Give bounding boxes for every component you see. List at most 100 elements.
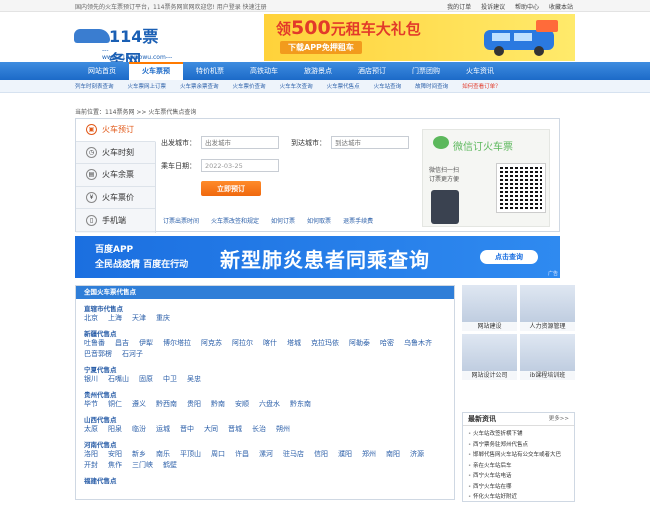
- car-rental-banner[interactable]: 领500元租车大礼包 下载APP免押租车: [264, 14, 575, 61]
- news-item[interactable]: 怀化火车站好附近: [468, 492, 569, 503]
- help-link-change-rules[interactable]: 火车票改签和规定: [211, 216, 259, 225]
- city-link[interactable]: 上海: [108, 313, 122, 324]
- news-item[interactable]: 西宁票务驻郑州代售点: [468, 440, 569, 451]
- city-link[interactable]: 毕节: [84, 399, 98, 410]
- city-link[interactable]: 阳泉: [108, 424, 122, 435]
- city-link[interactable]: 乌鲁木齐: [404, 338, 432, 349]
- news-item[interactable]: 邯郸代售网火车站有公交车或者大巴: [468, 450, 569, 461]
- city-link[interactable]: 巴音郭楞: [84, 349, 112, 360]
- city-link[interactable]: 博尔塔拉: [163, 338, 191, 349]
- news-item[interactable]: 火车站改签折横下铺: [468, 429, 569, 440]
- nav-train-booking[interactable]: 火车票预订: [129, 62, 183, 89]
- city-link[interactable]: 信阳: [314, 449, 328, 460]
- tab-mobile[interactable]: ▯ 手机端: [76, 209, 155, 232]
- city-link[interactable]: 太原: [84, 424, 98, 435]
- tab-price[interactable]: ¥ 火车票价: [76, 187, 155, 210]
- banner-cta[interactable]: 下载APP免押租车: [280, 41, 362, 54]
- city-link[interactable]: 黔西南: [156, 399, 177, 410]
- city-link[interactable]: 大同: [204, 424, 218, 435]
- city-link[interactable]: 平顶山: [180, 449, 201, 460]
- promo-ib-course[interactable]: ib课程培训班: [520, 334, 575, 380]
- city-link[interactable]: 济源: [410, 449, 424, 460]
- news-item[interactable]: 西宁火车站电话: [468, 471, 569, 482]
- help-link-how-to-pickup[interactable]: 如何取票: [307, 216, 331, 225]
- city-link[interactable]: 开封: [84, 460, 98, 471]
- city-link[interactable]: 黔东南: [290, 399, 311, 410]
- ad-query-button[interactable]: 点击查询: [480, 250, 538, 264]
- nav-news[interactable]: 火车资讯: [453, 62, 507, 80]
- city-link[interactable]: 濮阳: [338, 449, 352, 460]
- to-city-input[interactable]: [331, 136, 409, 149]
- baidu-ad-banner[interactable]: 百度APP 全民战疫情 百度在行动 新型肺炎患者同乘查询 点击查询 广告: [75, 236, 560, 278]
- city-link[interactable]: 周口: [211, 449, 225, 460]
- city-link[interactable]: 铜仁: [108, 399, 122, 410]
- subnav-agency[interactable]: 火车票代售点: [327, 82, 360, 90]
- my-orders-link[interactable]: 我的订单: [447, 4, 471, 11]
- help-link-how-to-book[interactable]: 如何订票: [271, 216, 295, 225]
- subnav-train-number[interactable]: 火车车次查询: [280, 82, 313, 90]
- nav-attractions[interactable]: 旅游景点: [291, 62, 345, 80]
- city-link[interactable]: 吐鲁番: [84, 338, 105, 349]
- city-link[interactable]: 石河子: [122, 349, 143, 360]
- city-link[interactable]: 漯河: [259, 449, 273, 460]
- city-link[interactable]: 晋城: [228, 424, 242, 435]
- tab-train-booking[interactable]: ▣ 火车预订: [76, 119, 156, 142]
- nav-flights[interactable]: 特价机票: [183, 62, 237, 80]
- city-link[interactable]: 驻马店: [283, 449, 304, 460]
- date-input[interactable]: [201, 159, 279, 172]
- city-link[interactable]: 洛阳: [84, 449, 98, 460]
- subnav-fault-time[interactable]: 故障时间查询: [415, 82, 448, 90]
- city-link[interactable]: 阿克苏: [201, 338, 222, 349]
- book-now-button[interactable]: 立即预订: [201, 181, 261, 196]
- nav-hotels[interactable]: 酒店预订: [345, 62, 399, 80]
- city-link[interactable]: 南乐: [156, 449, 170, 460]
- subnav-remaining[interactable]: 火车票余票查询: [180, 82, 219, 90]
- tab-timetable[interactable]: ◷ 火车时刻: [76, 142, 155, 165]
- city-link[interactable]: 南阳: [386, 449, 400, 460]
- nav-home[interactable]: 网站首页: [75, 62, 129, 80]
- city-link[interactable]: 黔南: [211, 399, 225, 410]
- city-link[interactable]: 塔城: [287, 338, 301, 349]
- city-link[interactable]: 石嘴山: [108, 374, 129, 385]
- city-link[interactable]: 鹤壁: [163, 460, 177, 471]
- city-link[interactable]: 昌吉: [115, 338, 129, 349]
- help-link-issue-time[interactable]: 订票出票时间: [163, 216, 199, 225]
- city-link[interactable]: 重庆: [156, 313, 170, 324]
- promo-hr[interactable]: 人力资源管理: [520, 285, 575, 331]
- city-link[interactable]: 中卫: [163, 374, 177, 385]
- news-item[interactable]: 西宁火车站在哪: [468, 482, 569, 493]
- city-link[interactable]: 三门峡: [132, 460, 153, 471]
- city-link[interactable]: 许昌: [235, 449, 249, 460]
- nav-highspeed[interactable]: 高铁动车: [237, 62, 291, 80]
- city-link[interactable]: 晋中: [180, 424, 194, 435]
- tab-remaining[interactable]: ▤ 火车余票: [76, 164, 155, 187]
- city-link[interactable]: 吴忠: [187, 374, 201, 385]
- bookmark-link[interactable]: 收藏本站: [549, 4, 573, 11]
- site-logo[interactable]: 114票务网 ---www.114piaowu.com---: [74, 21, 174, 70]
- city-link[interactable]: 贵阳: [187, 399, 201, 410]
- city-link[interactable]: 天津: [132, 313, 146, 324]
- city-link[interactable]: 长治: [252, 424, 266, 435]
- subnav-price[interactable]: 火车票价查询: [233, 82, 266, 90]
- city-link[interactable]: 克拉玛依: [311, 338, 339, 349]
- city-link[interactable]: 银川: [84, 374, 98, 385]
- city-link[interactable]: 新乡: [132, 449, 146, 460]
- city-link[interactable]: 阿拉尔: [232, 338, 253, 349]
- help-link-refund-fee[interactable]: 退票手续费: [343, 216, 373, 225]
- subnav-station[interactable]: 火车站查询: [374, 82, 402, 90]
- news-item[interactable]: 亲在火车站后车: [468, 461, 569, 472]
- city-link[interactable]: 六盘水: [259, 399, 280, 410]
- city-link[interactable]: 北京: [84, 313, 98, 324]
- help-center-link[interactable]: 帮助中心: [515, 4, 539, 11]
- city-link[interactable]: 焦作: [108, 460, 122, 471]
- city-link[interactable]: 固原: [139, 374, 153, 385]
- subnav-online-booking[interactable]: 火车票网上订票: [128, 82, 167, 90]
- city-link[interactable]: 朔州: [276, 424, 290, 435]
- promo-web-build[interactable]: 网站建设: [462, 285, 517, 331]
- city-link[interactable]: 安阳: [108, 449, 122, 460]
- city-link[interactable]: 阿勒泰: [349, 338, 370, 349]
- city-link[interactable]: 伊犁: [139, 338, 153, 349]
- city-link[interactable]: 临汾: [132, 424, 146, 435]
- city-link[interactable]: 运城: [156, 424, 170, 435]
- from-city-input[interactable]: [201, 136, 279, 149]
